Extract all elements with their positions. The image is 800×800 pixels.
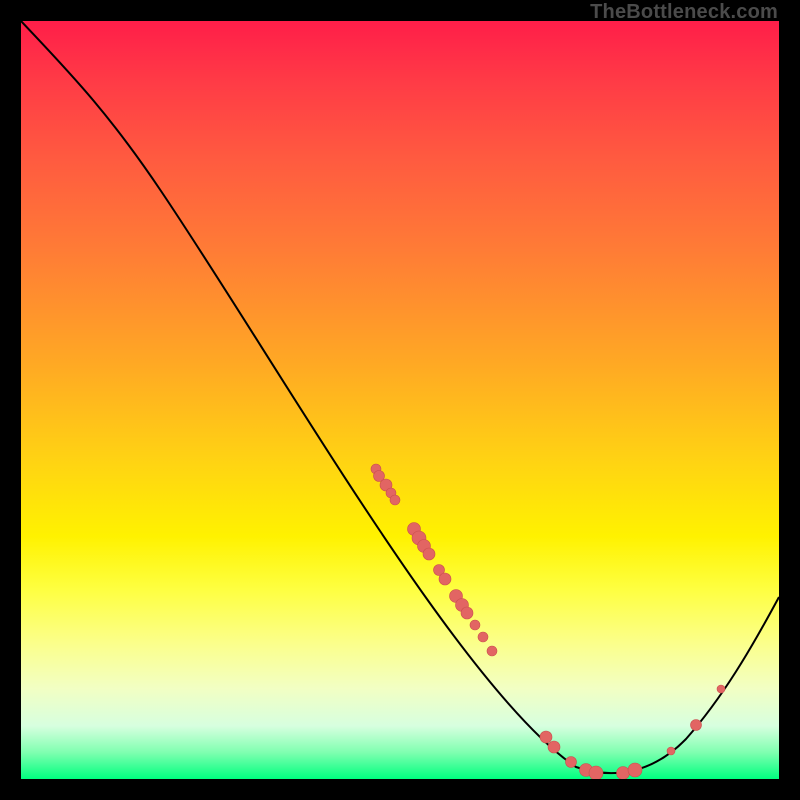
data-marker [691,720,702,731]
chart-stage: TheBottleneck.com [0,0,800,800]
data-marker [548,741,560,753]
data-marker [589,766,603,779]
data-marker [439,573,451,585]
data-marker [461,607,473,619]
data-marker [470,620,480,630]
watermark-brand: TheBottleneck.com [590,1,778,24]
data-markers [371,464,725,779]
data-marker [423,548,435,560]
data-marker [540,731,552,743]
data-marker [717,685,725,693]
data-marker [617,767,630,780]
data-marker [478,632,488,642]
data-marker [628,763,642,777]
data-marker [487,646,497,656]
data-marker [566,757,577,768]
plot-area [21,21,779,779]
data-marker [667,747,675,755]
data-marker [390,495,400,505]
bottleneck-curve [21,21,779,773]
chart-svg [21,21,779,779]
